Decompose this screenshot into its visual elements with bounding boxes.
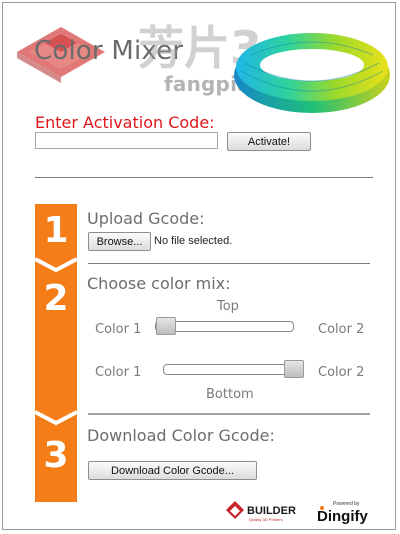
bracelet-image [234,33,390,113]
step-divider [88,263,370,264]
activation-code-input[interactable] [35,132,218,149]
activation-label: Enter Activation Code: [35,113,215,132]
top-slider-right-label: Color 2 [318,322,365,337]
step-chevron-icon [35,257,77,273]
builder-logo-text: BUILDER [247,505,296,517]
section-divider [35,177,373,178]
top-slider-left-label: Color 1 [95,322,142,337]
file-status: No file selected. [154,235,233,247]
step-1-number: 1 [43,210,69,251]
app-window: Color Mixer 芳片3 fangpian3.com [2,2,396,530]
step-3-title: Download Color Gcode: [87,426,275,445]
bottom-slider-left-label: Color 1 [95,365,142,380]
step-2-number: 2 [43,278,69,319]
browse-button[interactable]: Browse... [88,232,151,251]
activate-button[interactable]: Activate! [227,132,311,151]
builder-tagline: Quality 3D Printers [249,517,283,522]
dingify-powered-text: Powered by [333,501,360,507]
step-chevron-icon [35,410,77,426]
dingify-logo: Powered by Dingify [317,501,368,525]
top-label: Top [217,299,239,314]
builder-logo: BUILDER Quality 3D Printers [226,501,296,522]
step-1-title: Upload Gcode: [87,209,205,228]
bottom-label: Bottom [206,387,254,402]
bottom-slider-right-label: Color 2 [318,365,365,380]
download-color-gcode-button[interactable]: Download Color Gcode... [88,461,257,480]
top-slider-thumb[interactable] [156,317,176,335]
bottom-color-slider[interactable] [163,364,302,375]
step-3-number: 3 [43,435,69,476]
dingify-logo-text: Dingify [317,508,368,525]
bottom-slider-thumb[interactable] [284,360,304,378]
step-divider [88,413,370,415]
step-2-title: Choose color mix: [87,274,231,293]
